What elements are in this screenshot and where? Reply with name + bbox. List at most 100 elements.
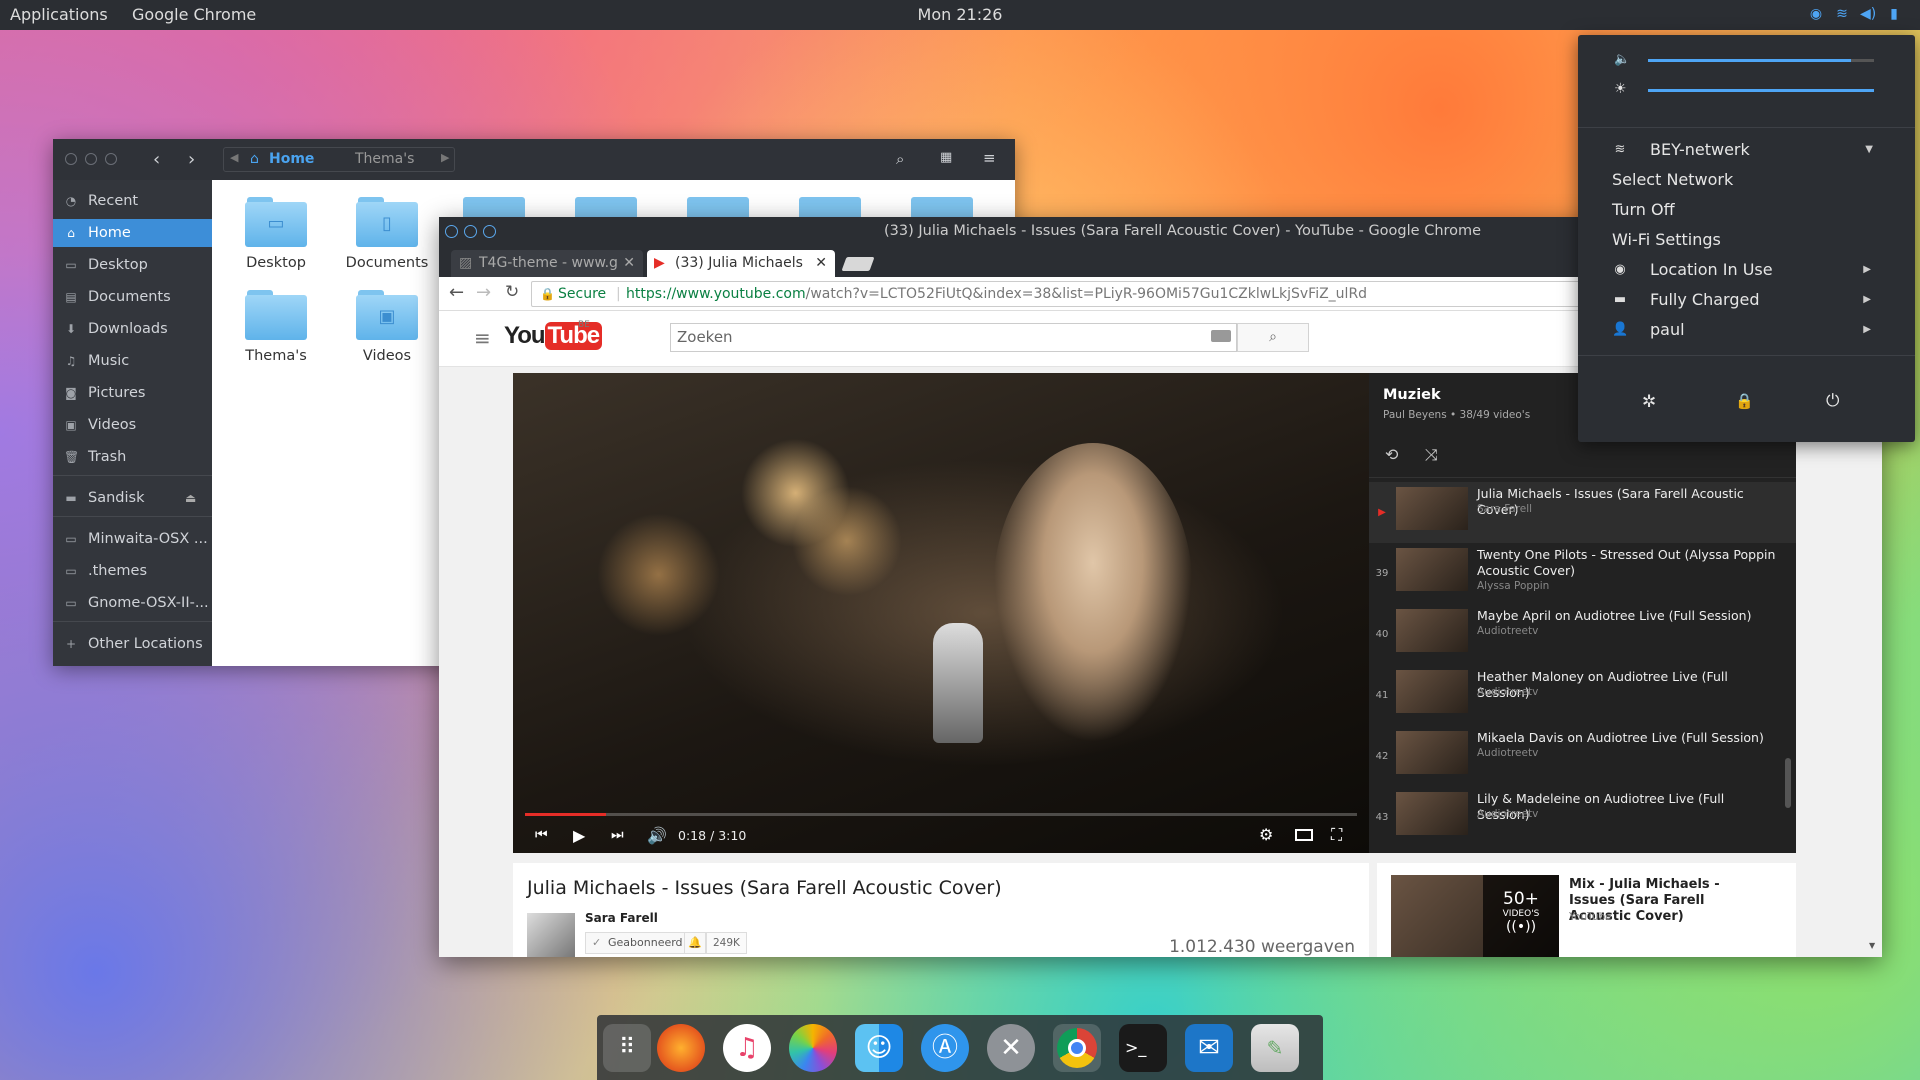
video-player[interactable]: ⏮ ▶ ⏭ 🔊 0:18 / 3:10 ⚙ ⛶ [513, 373, 1369, 853]
clock[interactable]: Mon 21:26 [0, 5, 1920, 24]
back-icon[interactable]: ← [449, 282, 464, 303]
playlist-item[interactable]: 43 Lily & Madeleine on Audiotree Live (Fu… [1369, 787, 1796, 848]
maximize-window-button[interactable] [483, 225, 496, 238]
hamburger-menu-icon[interactable]: ≡ [474, 326, 491, 350]
bell-icon[interactable]: 🔔 [684, 932, 706, 954]
minimize-window-button[interactable] [85, 153, 97, 165]
finder-icon[interactable]: ☺ [855, 1024, 903, 1072]
terminal-icon[interactable]: >_ [1119, 1024, 1167, 1072]
reload-icon[interactable]: ↻ [505, 282, 519, 302]
channel-name[interactable]: Sara Farell [585, 911, 658, 925]
theater-mode-icon[interactable] [1295, 829, 1313, 841]
sidebar-item-videos[interactable]: ▣ Videos [53, 411, 212, 439]
youtube-search-input[interactable]: Zoeken [670, 323, 1237, 352]
close-tab-icon[interactable]: ✕ [815, 250, 827, 277]
fullscreen-icon[interactable]: ⛶ [1331, 825, 1342, 845]
minimize-window-button[interactable] [464, 225, 477, 238]
photos-icon[interactable] [789, 1024, 837, 1072]
tab-youtube[interactable]: ▶ (33) Julia Michaels ✕ [647, 250, 835, 277]
forward-icon[interactable]: → [476, 282, 491, 303]
app-menu[interactable]: Google Chrome [132, 5, 256, 24]
folder-videos[interactable]: ▣ Videos [337, 290, 437, 364]
playlist-title[interactable]: Muziek [1383, 387, 1441, 403]
turn-off-item[interactable]: Turn Off [1578, 195, 1915, 225]
sidebar-item-gnome-osx[interactable]: ▭ Gnome-OSX-II-... [53, 589, 212, 617]
folder-icon[interactable] [799, 197, 861, 217]
sidebar-item-desktop[interactable]: ▭ Desktop [53, 251, 212, 279]
notes-icon[interactable]: ✎ [1251, 1024, 1299, 1072]
power-icon[interactable]: ⏻ [1826, 391, 1839, 411]
youtube-search-button[interactable]: ⌕ [1237, 323, 1309, 352]
sidebar-item-minwaita[interactable]: ▭ Minwaita-OSX ... [53, 525, 212, 553]
search-icon[interactable]: ⌕ [896, 150, 904, 168]
breadcrumb-right-icon[interactable]: ▶ [441, 151, 449, 164]
eject-icon[interactable]: ⏏ [185, 484, 196, 512]
app-store-icon[interactable]: Ⓐ [921, 1024, 969, 1072]
firefox-icon[interactable] [657, 1024, 705, 1072]
folder-documents[interactable]: ▯ Documents [337, 197, 437, 271]
playlist-item[interactable]: 42 Mikaela Davis on Audiotree Live (Full … [1369, 726, 1796, 787]
battery-indicator-icon[interactable]: ▮ [1886, 6, 1902, 22]
play-icon[interactable]: ▶ [573, 826, 585, 845]
keyboard-icon[interactable] [1211, 330, 1231, 342]
close-window-button[interactable] [445, 225, 458, 238]
forward-icon[interactable]: › [188, 149, 195, 170]
sidebar-item-documents[interactable]: ▤ Documents [53, 283, 212, 311]
battery-row[interactable]: ▬ Fully Charged ▶ [1578, 285, 1915, 315]
new-tab-button[interactable] [841, 257, 875, 271]
previous-icon[interactable]: ⏮ [535, 827, 548, 843]
subscribe-button[interactable]: ✓ Geabonneerd [585, 932, 690, 954]
sidebar-item-trash[interactable]: 🗑 Trash [53, 443, 212, 471]
music-icon[interactable]: ♫ [723, 1024, 771, 1072]
breadcrumb-themas[interactable]: Thema's [355, 151, 414, 167]
sidebar-item-pictures[interactable]: ◙ Pictures [53, 379, 212, 407]
folder-icon[interactable] [575, 197, 637, 217]
playlist-item[interactable]: ▶ Julia Michaels - Issues (Sara Farell Ac… [1369, 482, 1796, 543]
location-row[interactable]: ◉ Location In Use ▶ [1578, 255, 1915, 285]
sidebar-item-recent[interactable]: ◔ Recent [53, 187, 212, 215]
wifi-network-row[interactable]: ≋ BEY-netwerk ▼ [1578, 135, 1915, 165]
playlist-item[interactable]: 41 Heather Maloney on Audiotree Live (Ful… [1369, 665, 1796, 726]
volume-icon[interactable]: 🔊 [647, 826, 667, 845]
lock-icon[interactable]: 🔒 [1735, 392, 1754, 410]
progress-track[interactable] [525, 813, 1357, 816]
shuffle-icon[interactable]: ⤨ [1425, 445, 1438, 465]
sidebar-item-home[interactable]: ⌂ Home [53, 219, 212, 247]
applications-menu[interactable]: Applications [10, 5, 108, 24]
playlist-scrollbar[interactable] [1785, 758, 1791, 808]
breadcrumb-home[interactable]: Home [269, 151, 314, 167]
settings-gear-icon[interactable]: ⚙ [1259, 825, 1273, 844]
chrome-icon[interactable] [1053, 1024, 1101, 1072]
menu-icon[interactable]: ≡ [983, 149, 996, 167]
apps-grid-icon[interactable]: ⠿ [603, 1024, 651, 1072]
location-indicator-icon[interactable]: ◉ [1808, 6, 1824, 22]
mix-suggestion[interactable]: 50+ VIDEO'S ((•)) Mix - Julia Michaels -… [1377, 863, 1796, 957]
settings-tools-icon[interactable]: ✲ [1642, 392, 1656, 412]
close-tab-icon[interactable]: ✕ [623, 250, 635, 277]
wifi-indicator-icon[interactable]: ≋ [1834, 6, 1850, 22]
folder-themas[interactable]: Thema's [226, 290, 326, 364]
back-icon[interactable]: ‹ [153, 149, 160, 170]
wifi-settings-item[interactable]: Wi-Fi Settings [1578, 225, 1915, 255]
brightness-slider[interactable] [1648, 89, 1874, 92]
scroll-down-icon[interactable]: ▼ [1869, 941, 1875, 950]
tab-t4g-theme[interactable]: ▨ T4G-theme - www.g ✕ [451, 250, 643, 277]
channel-avatar[interactable] [527, 913, 575, 957]
youtube-logo[interactable]: You Tube BE [504, 320, 603, 350]
volume-slider[interactable] [1648, 59, 1874, 62]
volume-indicator-icon[interactable]: ◀) [1860, 6, 1876, 22]
sidebar-item-music[interactable]: ♫ Music [53, 347, 212, 375]
playlist-item[interactable]: 40 Maybe April on Audiotree Live (Full Se… [1369, 604, 1796, 665]
folder-desktop[interactable]: ▭ Desktop [226, 197, 326, 271]
loop-icon[interactable]: ⟲ [1385, 445, 1398, 464]
mail-icon[interactable]: ✉ [1185, 1024, 1233, 1072]
playlist-item[interactable]: 39 Twenty One Pilots - Stressed Out (Alys… [1369, 543, 1796, 604]
select-network-item[interactable]: Select Network [1578, 165, 1915, 195]
folder-icon[interactable] [687, 197, 749, 217]
next-icon[interactable]: ⏭ [611, 827, 624, 843]
sidebar-item-other-locations[interactable]: + Other Locations [53, 630, 212, 658]
sidebar-item-themes[interactable]: ▭ .themes [53, 557, 212, 585]
sidebar-item-sandisk[interactable]: ▬ Sandisk ⏏ [53, 484, 212, 512]
breadcrumb-left-icon[interactable]: ◀ [230, 151, 238, 164]
user-row[interactable]: 👤 paul ▶ [1578, 315, 1915, 345]
